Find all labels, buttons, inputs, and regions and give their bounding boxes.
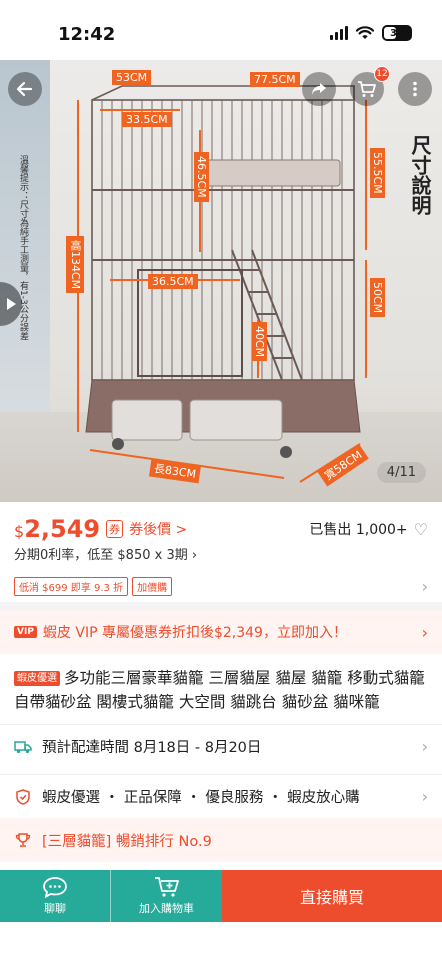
more-icon bbox=[413, 81, 417, 97]
back-button[interactable] bbox=[8, 72, 42, 106]
section-divider bbox=[0, 602, 442, 610]
dimension-inner-width: 33.5CM bbox=[122, 112, 172, 127]
chat-button[interactable]: 聊聊 bbox=[0, 870, 110, 922]
dimension-mid-width: 36.5CM bbox=[148, 274, 198, 289]
product-title-text: 多功能三層豪華貓籠 三層貓屋 貓屋 貓籠 移動式貓籠 自帶貓砂盆 閣樓式貓籠 大… bbox=[14, 669, 425, 711]
trophy-icon bbox=[14, 831, 32, 849]
battery-level: 35 bbox=[390, 27, 404, 39]
sold-count: 已售出 1,000+ bbox=[309, 522, 408, 538]
dimension-shelf-height: 46.5CM bbox=[194, 152, 209, 202]
guarantee-text: 蝦皮優選 ・ 正品保障 ・ 優良服務 ・ 蝦皮放心購 bbox=[42, 790, 360, 806]
status-bar: 12:42 35 bbox=[0, 0, 442, 60]
more-button[interactable] bbox=[398, 72, 432, 106]
vip-icon: VIP bbox=[14, 626, 37, 638]
installment-info[interactable]: 分期0利率，低至 $850 x 3期 › bbox=[14, 544, 197, 563]
delivery-row[interactable]: 預計配達時間 8月18日 - 8月20日 › bbox=[0, 724, 442, 768]
cart-badge: 12 bbox=[374, 66, 390, 82]
share-icon bbox=[312, 83, 326, 95]
cart-button[interactable]: 12 bbox=[350, 66, 390, 106]
ranking-text: [三層貓籠] 暢銷排行 No.9 bbox=[42, 833, 212, 850]
image-counter: 4/11 bbox=[376, 462, 426, 483]
truck-icon bbox=[14, 738, 32, 756]
ranking-row[interactable]: [三層貓籠] 暢銷排行 No.9 bbox=[0, 818, 442, 862]
price-value: 2,549 bbox=[24, 515, 101, 543]
dimension-lower-height: 50CM bbox=[370, 278, 385, 318]
dimension-top-depth: 77.5CM bbox=[250, 72, 300, 87]
chevron-right-icon: › bbox=[421, 576, 428, 596]
price-currency: $ bbox=[14, 521, 25, 541]
dimension-title: 尺寸說明 bbox=[408, 135, 432, 215]
heart-icon[interactable]: ♡ bbox=[414, 520, 428, 539]
vip-banner[interactable]: VIP 蝦皮 VIP 專屬優惠券折扣後$2,349，立即加入！ › bbox=[0, 610, 442, 654]
dimension-ladder-height: 40CM bbox=[252, 322, 267, 362]
status-icons: 35 bbox=[330, 25, 412, 41]
cart-plus-icon bbox=[154, 877, 179, 897]
delivery-text: 預計配達時間 8月18日 - 8月20日 bbox=[42, 740, 262, 756]
product-image[interactable]: 53CM 77.5CM 33.5CM 46.5CM 36.5CM 40CM 高1… bbox=[0, 60, 442, 502]
share-button[interactable] bbox=[302, 72, 336, 106]
add-to-cart-label: 加入購物車 bbox=[139, 902, 194, 915]
guarantee-row[interactable]: 蝦皮優選 ・ 正品保障 ・ 優良服務 ・ 蝦皮放心購 › bbox=[0, 774, 442, 818]
coupon-icon: 券 bbox=[106, 520, 124, 538]
home-indicator-area bbox=[0, 922, 442, 960]
play-icon bbox=[7, 298, 16, 310]
price-row: $ 2,549 券 券後價 > 已售出 1,000+ ♡ bbox=[14, 512, 428, 546]
chevron-right-icon: › bbox=[421, 622, 428, 642]
promo-tag-discount: 低消 $699 即享 9.3 折 bbox=[14, 576, 129, 596]
preferred-badge: 蝦皮優選 bbox=[14, 671, 60, 686]
chat-icon bbox=[43, 877, 67, 898]
shield-icon bbox=[14, 788, 32, 806]
product-title: 蝦皮優選 多功能三層豪華貓籠 三層貓屋 貓屋 貓籠 移動式貓籠 自帶貓砂盆 閣樓式… bbox=[14, 666, 428, 714]
coupon-price-link[interactable]: 券後價 > bbox=[129, 519, 187, 539]
promo-tag-addon: 加價購 bbox=[132, 576, 173, 596]
add-to-cart-button[interactable]: 加入購物車 bbox=[110, 870, 222, 922]
chat-label: 聊聊 bbox=[44, 902, 66, 915]
battery-icon: 35 bbox=[382, 25, 412, 41]
promo-row[interactable]: 低消 $699 即享 9.3 折 加價購 › bbox=[14, 575, 428, 597]
dimension-total-height: 高134CM bbox=[66, 236, 84, 294]
vip-text: 蝦皮 VIP 專屬優惠券折扣後$2,349，立即加入！ bbox=[42, 625, 347, 641]
dimension-top-width: 53CM bbox=[112, 70, 152, 85]
dimension-upper-height: 55.5CM bbox=[370, 148, 385, 198]
bottom-action-bar: 聊聊 加入購物車 直接購買 bbox=[0, 870, 442, 922]
chevron-right-icon: › bbox=[421, 787, 428, 806]
arrow-left-icon bbox=[16, 81, 33, 97]
status-time: 12:42 bbox=[58, 24, 116, 45]
cart-icon bbox=[358, 81, 376, 97]
signal-icon bbox=[330, 26, 348, 40]
buy-now-button[interactable]: 直接購買 bbox=[222, 870, 442, 922]
chevron-right-icon: › bbox=[421, 737, 428, 756]
wifi-icon bbox=[356, 26, 374, 39]
